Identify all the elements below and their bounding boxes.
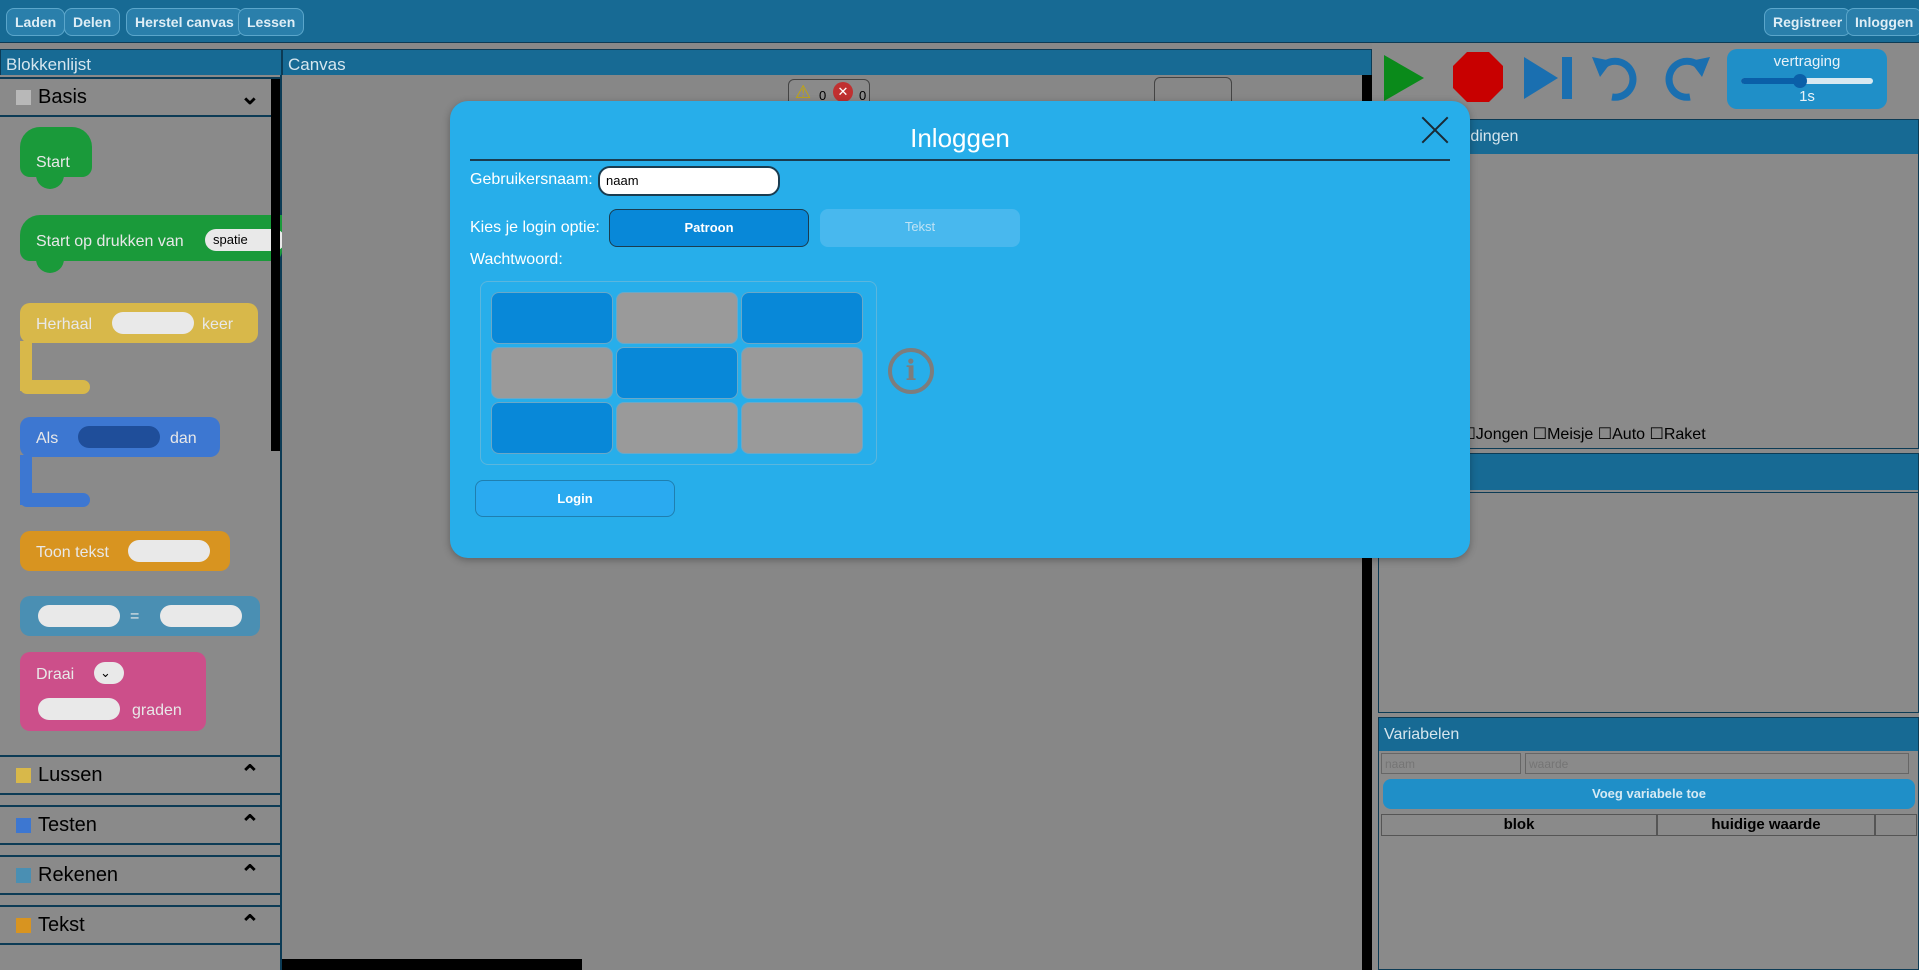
pattern-cell[interactable] xyxy=(616,347,738,399)
pattern-grid xyxy=(480,281,877,465)
divider xyxy=(470,159,1450,161)
pattern-cell[interactable] xyxy=(491,402,613,454)
pattern-cell[interactable] xyxy=(491,292,613,344)
username-input[interactable]: naam xyxy=(598,166,780,196)
dialog-title: Inloggen xyxy=(910,123,1010,153)
username-label: Gebruikersnaam: xyxy=(470,171,593,188)
pattern-cell[interactable] xyxy=(491,347,613,399)
login-button[interactable]: Login xyxy=(475,480,675,517)
option-text-button[interactable]: Tekst xyxy=(820,209,1020,247)
pattern-cell[interactable] xyxy=(741,347,863,399)
pattern-cell[interactable] xyxy=(741,402,863,454)
pattern-cell[interactable] xyxy=(616,292,738,344)
pattern-cell[interactable] xyxy=(616,402,738,454)
close-icon[interactable] xyxy=(1420,115,1450,145)
info-icon[interactable]: i xyxy=(888,348,934,394)
login-option-label: Kies je login optie: xyxy=(470,219,600,236)
password-label: Wachtwoord: xyxy=(470,251,563,268)
login-dialog: Inloggen Gebruikersnaam: naam Kies je lo… xyxy=(450,101,1470,558)
option-pattern-button[interactable]: Patroon xyxy=(609,209,809,247)
pattern-cell[interactable] xyxy=(741,292,863,344)
